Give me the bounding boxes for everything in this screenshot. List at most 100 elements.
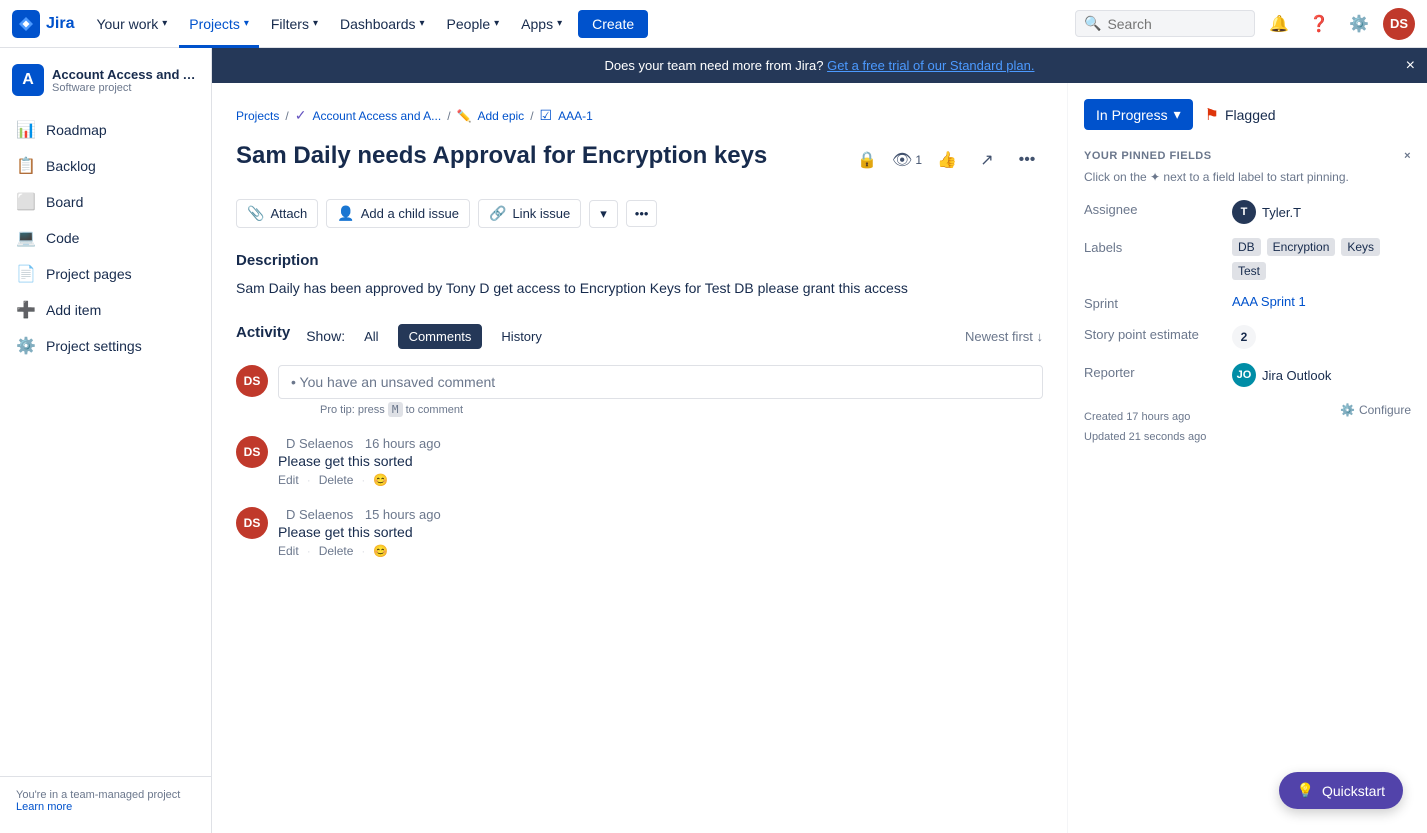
filter-all-button[interactable]: All bbox=[353, 324, 389, 349]
logo[interactable]: Jira bbox=[12, 10, 74, 38]
nav-your-work[interactable]: Your work ▾ bbox=[86, 0, 177, 48]
roadmap-icon: 📊 bbox=[16, 120, 36, 140]
sidebar-item-code[interactable]: 💻 Code bbox=[0, 220, 211, 256]
breadcrumb-epic[interactable]: Add epic bbox=[477, 109, 524, 123]
learn-more-link[interactable]: Learn more bbox=[16, 801, 72, 813]
react-icon[interactable]: 😊 bbox=[373, 473, 388, 487]
search-box[interactable]: 🔍 bbox=[1075, 10, 1255, 37]
settings-button[interactable]: ⚙️ bbox=[1343, 8, 1375, 40]
banner-close-button[interactable]: × bbox=[1406, 57, 1415, 75]
configure-button[interactable]: ⚙️ Configure bbox=[1340, 403, 1411, 417]
description-heading: Description bbox=[236, 252, 1043, 269]
comment-actions-2: Edit · Delete · 😊 bbox=[278, 544, 1043, 558]
react-icon-2[interactable]: 😊 bbox=[373, 544, 388, 558]
sidebar-item-project-settings[interactable]: ⚙️ Project settings bbox=[0, 328, 211, 364]
reporter-field: Reporter JO Jira Outlook bbox=[1084, 363, 1411, 387]
commenter-avatar-2: DS bbox=[236, 507, 268, 539]
topnav-right: 🔍 🔔 ❓ ⚙️ DS bbox=[1075, 8, 1415, 40]
sidebar-item-roadmap[interactable]: 📊 Roadmap bbox=[0, 112, 211, 148]
sidebar-item-label: Add item bbox=[46, 302, 101, 318]
nav-dashboards[interactable]: Dashboards ▾ bbox=[330, 0, 435, 48]
activity-heading: Activity bbox=[236, 324, 290, 341]
comment-actions: Edit · Delete · 😊 bbox=[278, 473, 1043, 487]
delete-comment-link[interactable]: Delete bbox=[319, 473, 354, 487]
nav-projects[interactable]: Projects ▾ bbox=[179, 0, 259, 48]
nav-people[interactable]: People ▾ bbox=[437, 0, 510, 48]
edit-comment-link-2[interactable]: Edit bbox=[278, 544, 299, 558]
comment-input[interactable]: • You have an unsaved comment bbox=[278, 365, 1043, 399]
more-actions-button[interactable]: ••• bbox=[626, 200, 658, 227]
reporter-value[interactable]: JO Jira Outlook bbox=[1232, 363, 1411, 387]
assignee-label: Assignee bbox=[1084, 200, 1224, 217]
label-test[interactable]: Test bbox=[1232, 262, 1266, 280]
label-db[interactable]: DB bbox=[1232, 238, 1261, 256]
help-button[interactable]: ❓ bbox=[1303, 8, 1335, 40]
assignee-value[interactable]: T Tyler.T bbox=[1232, 200, 1411, 224]
search-input[interactable] bbox=[1107, 16, 1237, 32]
watch-count: 1 bbox=[915, 153, 922, 167]
story-point-value[interactable]: 2 bbox=[1232, 325, 1411, 349]
sprint-link[interactable]: AAA Sprint 1 bbox=[1232, 294, 1306, 309]
filter-history-button[interactable]: History bbox=[490, 324, 552, 349]
quickstart-icon: 💡 bbox=[1297, 782, 1314, 799]
created-text: Created 17 hours ago bbox=[1084, 411, 1206, 423]
create-button[interactable]: Create bbox=[578, 10, 648, 38]
activity-section: Activity Show: All Comments History Newe… bbox=[236, 324, 1043, 558]
sidebar-item-add-item[interactable]: ➕ Add item bbox=[0, 292, 211, 328]
pinned-fields-hint: Click on the ✦ next to a field label to … bbox=[1084, 170, 1411, 184]
issue-layout: Projects / ✓ Account Access and A... / ✏… bbox=[212, 83, 1427, 833]
filter-comments-button[interactable]: Comments bbox=[398, 324, 483, 349]
activity-header: Activity Show: All Comments History Newe… bbox=[236, 324, 1043, 349]
settings-icon: ⚙️ bbox=[16, 336, 36, 356]
status-chevron-icon: ▾ bbox=[1174, 106, 1181, 123]
edit-comment-link[interactable]: Edit bbox=[278, 473, 299, 487]
comment-meta: D Selaenos 16 hours ago bbox=[278, 436, 1043, 451]
banner-trial-link[interactable]: Get a free trial of our Standard plan. bbox=[827, 58, 1034, 73]
breadcrumb-project[interactable]: Account Access and A... bbox=[312, 109, 441, 123]
child-icon: 👤 bbox=[337, 205, 354, 222]
share-button[interactable]: ↗ bbox=[971, 144, 1003, 176]
status-button[interactable]: In Progress ▾ bbox=[1084, 99, 1193, 130]
nav-filters[interactable]: Filters ▾ bbox=[261, 0, 328, 48]
breadcrumb-projects[interactable]: Projects bbox=[236, 109, 279, 123]
code-icon: 💻 bbox=[16, 228, 36, 248]
sidebar-item-board[interactable]: ⬜ Board bbox=[0, 184, 211, 220]
sprint-field: Sprint AAA Sprint 1 bbox=[1084, 294, 1411, 311]
breadcrumb-pencil-icon: ✏️ bbox=[457, 109, 472, 123]
breadcrumb-task-icon: ☑ bbox=[540, 107, 553, 124]
breadcrumb-issue[interactable]: AAA-1 bbox=[558, 109, 593, 123]
close-pinned-icon[interactable]: × bbox=[1404, 150, 1411, 162]
project-icon: A bbox=[12, 64, 44, 96]
comment-text: Please get this sorted bbox=[278, 453, 1043, 469]
main-content: Does your team need more from Jira? Get … bbox=[212, 48, 1427, 833]
delete-comment-link-2[interactable]: Delete bbox=[319, 544, 354, 558]
notifications-button[interactable]: 🔔 bbox=[1263, 8, 1295, 40]
label-encryption[interactable]: Encryption bbox=[1267, 238, 1336, 256]
sidebar-item-project-pages[interactable]: 📄 Project pages bbox=[0, 256, 211, 292]
sidebar-item-label: Board bbox=[46, 194, 83, 210]
add-child-issue-button[interactable]: 👤 Add a child issue bbox=[326, 199, 470, 228]
label-keys[interactable]: Keys bbox=[1341, 238, 1380, 256]
attach-button[interactable]: 📎 Attach bbox=[236, 199, 318, 228]
nav-apps[interactable]: Apps ▾ bbox=[511, 0, 572, 48]
backlog-icon: 📋 bbox=[16, 156, 36, 176]
sidebar-item-backlog[interactable]: 📋 Backlog bbox=[0, 148, 211, 184]
flagged-indicator[interactable]: ⚑ Flagged bbox=[1205, 105, 1276, 125]
more-options-button[interactable]: ••• bbox=[1011, 144, 1043, 176]
like-button[interactable]: 👍 bbox=[931, 144, 963, 176]
lock-icon[interactable]: 🔒 bbox=[851, 144, 883, 176]
issue-title: Sam Daily needs Approval for Encryption … bbox=[236, 140, 839, 171]
sidebar-item-label: Project pages bbox=[46, 266, 132, 282]
action-dropdown-button[interactable]: ▾ bbox=[589, 200, 618, 228]
issue-actions: 📎 Attach 👤 Add a child issue 🔗 Link issu… bbox=[236, 199, 1043, 228]
user-avatar[interactable]: DS bbox=[1383, 8, 1415, 40]
sidebar-footer: You're in a team-managed project Learn m… bbox=[0, 776, 211, 825]
comment-author-2: D Selaenos bbox=[286, 507, 353, 522]
comment-item-2: DS D Selaenos 15 hours ago Please get th… bbox=[236, 507, 1043, 558]
watch-button[interactable]: 👁 1 bbox=[891, 144, 923, 176]
link-issue-button[interactable]: 🔗 Link issue bbox=[478, 199, 581, 228]
project-type: Software project bbox=[52, 82, 199, 94]
current-user-avatar: DS bbox=[236, 365, 268, 397]
activity-sort[interactable]: Newest first ↓ bbox=[965, 329, 1043, 344]
quickstart-button[interactable]: 💡 Quickstart bbox=[1279, 772, 1403, 809]
